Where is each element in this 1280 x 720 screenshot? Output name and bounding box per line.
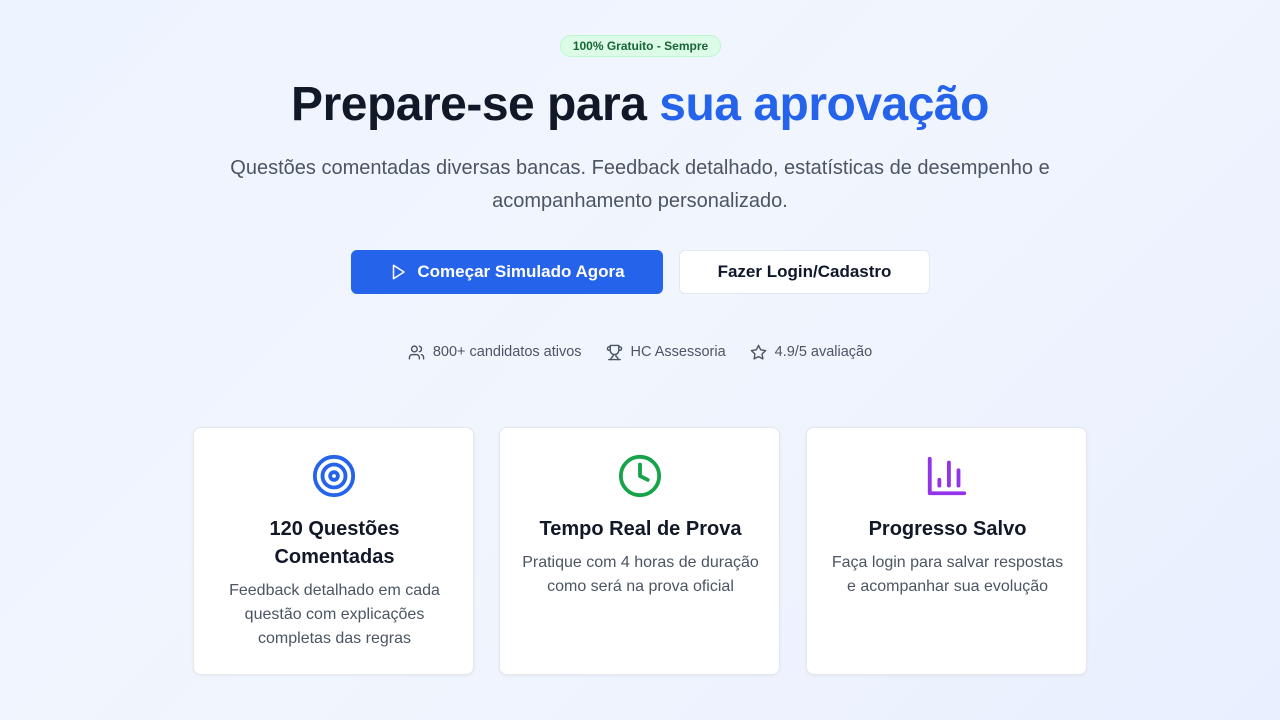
stat-rating-label: 4.9/5 avaliação (774, 344, 873, 360)
stat-candidates: 800+ candidatos ativos (408, 341, 582, 363)
page-title: Prepare-se para sua aprovação (0, 76, 1280, 134)
hero-subtitle: Questões comentadas diversas bancas. Fee… (230, 157, 1050, 212)
trophy-icon (606, 344, 622, 360)
start-simulation-button[interactable]: Começar Simulado Agora (351, 250, 663, 294)
login-signup-button[interactable]: Fazer Login/Cadastro (679, 250, 930, 294)
stat-candidates-label: 800+ candidatos ativos (432, 344, 582, 360)
play-icon (393, 264, 406, 280)
feature-title: 120 Questões Comentadas (269, 518, 400, 568)
stat-assessoria-label: HC Assessoria (630, 344, 726, 360)
feature-card-questions: 120 Questões Comentadas Feedback detalha… (193, 427, 474, 675)
title-accent: sua aprovação (659, 78, 989, 131)
feature-card-progress: Progresso Salvo Faça login para salvar r… (806, 427, 1087, 675)
stat-assessoria: HC Assessoria (606, 341, 726, 363)
feature-description: Faça login para salvar respostas e acomp… (831, 554, 1064, 595)
stats-row: 800+ candidatos ativos HC Assessoria 4.9… (0, 341, 1280, 363)
login-signup-label: Fazer Login/Cadastro (717, 262, 892, 281)
feature-title: Progresso Salvo (868, 518, 1027, 540)
stat-rating: 4.9/5 avaliação (750, 341, 873, 363)
feature-description: Feedback detalhado em cada questão com e… (229, 582, 440, 647)
bar-chart-icon (927, 456, 966, 496)
feature-description: Pratique com 4 horas de duração como ser… (522, 554, 759, 595)
feature-title: Tempo Real de Prova (539, 518, 742, 540)
free-badge: 100% Gratuito - Sempre (560, 35, 721, 57)
star-icon (750, 344, 766, 360)
users-icon (408, 344, 425, 360)
feature-card-real-time: Tempo Real de Prova Pratique com 4 horas… (499, 427, 780, 675)
start-simulation-label: Começar Simulado Agora (417, 262, 625, 281)
target-icon (312, 454, 355, 498)
clock-icon (618, 454, 661, 498)
title-main: Prepare-se para (291, 78, 660, 131)
